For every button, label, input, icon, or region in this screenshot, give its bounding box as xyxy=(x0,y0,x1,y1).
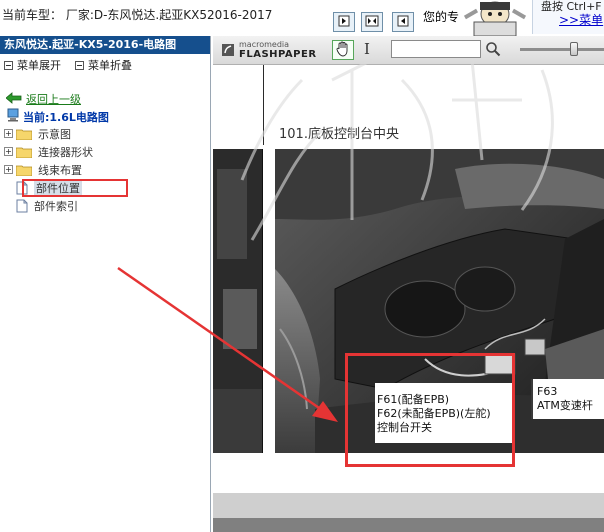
hint-panel: 盘按 Ctrl+F >>菜单 xyxy=(532,0,604,34)
tree-item-connectors[interactable]: + 连接器形状 xyxy=(4,143,93,160)
document-viewport[interactable]: 101.底板控制台中央 F61(配备EPB) F62(未配备EPB)(左舵) 控… xyxy=(213,65,604,532)
tree-item-label: 连接器形状 xyxy=(38,145,93,159)
tree-item-harness-layout[interactable]: + 线束布置 xyxy=(4,161,82,178)
right-callout-line-1: F63 xyxy=(537,385,558,398)
collapse-menu-button[interactable]: 菜单折叠 xyxy=(75,57,132,73)
expand-menu-button[interactable]: 菜单展开 xyxy=(4,57,61,73)
split-view-button[interactable] xyxy=(361,12,383,32)
back-link[interactable]: 返回上一级 xyxy=(26,91,81,107)
tree-item-label: 示意图 xyxy=(38,127,71,141)
flashpaper-icon xyxy=(222,44,234,56)
zoom-slider-track[interactable] xyxy=(520,48,604,51)
text-select-tool[interactable]: I xyxy=(360,40,374,60)
flashpaper-logo: macromedia FLASHPAPER xyxy=(221,40,317,60)
current-node: 当前:1.6L电路图 xyxy=(6,108,109,125)
search-icon[interactable] xyxy=(485,41,501,57)
hide-left-panel-button[interactable] xyxy=(392,12,414,32)
expand-toggle-icon[interactable]: + xyxy=(4,129,13,138)
tree-item-component-index[interactable]: 部件索引 xyxy=(16,197,78,214)
brand-top: macromedia xyxy=(239,40,290,49)
zoom-slider-thumb[interactable] xyxy=(569,42,578,56)
folder-icon xyxy=(16,147,32,158)
tree-item-label: 部件索引 xyxy=(34,199,78,213)
highlight-box xyxy=(22,179,128,197)
expand-icon xyxy=(4,60,13,70)
expand-toggle-icon[interactable]: + xyxy=(4,165,13,174)
computer-icon xyxy=(6,108,20,125)
document-icon xyxy=(16,199,28,212)
left-panel: 东风悦达.起亚-KX5-2016-电路图 菜单展开 菜单折叠 返回上一级 当前:… xyxy=(0,36,211,532)
top-bar: 当前车型： 厂家:D-东风悦达.起亚KX52016-2017 您的专 盘按 Ct… xyxy=(0,0,604,37)
expand-toggle-icon[interactable]: + xyxy=(4,147,13,156)
folder-icon xyxy=(16,165,32,176)
hand-tool-button[interactable] xyxy=(332,40,354,60)
hand-icon xyxy=(336,41,350,60)
tree-item-diagram[interactable]: + 示意图 xyxy=(4,125,71,142)
collapse-menu-label: 菜单折叠 xyxy=(88,59,132,72)
search-input[interactable] xyxy=(391,40,481,58)
page-title: 101.底板控制台中央 xyxy=(279,127,399,142)
mascot-logo xyxy=(460,0,530,37)
menu-controls: 菜单展开 菜单折叠 xyxy=(0,54,210,76)
right-callout-line-2: ATM变速杆 xyxy=(537,399,593,412)
right-callout-panel: F63 ATM变速杆 xyxy=(531,379,604,419)
photo-left-strip xyxy=(213,149,263,453)
folder-icon xyxy=(16,129,32,140)
document-page: 101.底板控制台中央 F61(配备EPB) F62(未配备EPB)(左舵) 控… xyxy=(213,65,604,493)
arrow-left-icon xyxy=(397,15,409,30)
arrow-right-icon xyxy=(338,15,350,30)
back-link-row[interactable]: 返回上一级 xyxy=(5,91,81,107)
menu-link[interactable]: >>菜单 xyxy=(559,11,603,28)
brand-bottom: FLASHPAPER xyxy=(239,49,317,60)
callout-highlight-box xyxy=(345,353,515,467)
page-gap xyxy=(213,493,604,518)
show-left-panel-button[interactable] xyxy=(333,12,355,32)
expand-menu-label: 菜单展开 xyxy=(17,59,61,72)
left-panel-header: 东风悦达.起亚-KX5-2016-电路图 xyxy=(0,36,210,54)
welcome-text: 您的专 xyxy=(423,10,460,24)
collapse-icon xyxy=(75,60,84,70)
page-divider xyxy=(263,65,264,145)
back-arrow-icon xyxy=(5,91,22,107)
flashpaper-toolbar: macromedia FLASHPAPER I xyxy=(213,36,604,65)
tree-item-label: 线束布置 xyxy=(38,163,82,177)
current-node-label: 当前:1.6L电路图 xyxy=(23,110,109,124)
double-arrow-icon xyxy=(365,15,379,30)
